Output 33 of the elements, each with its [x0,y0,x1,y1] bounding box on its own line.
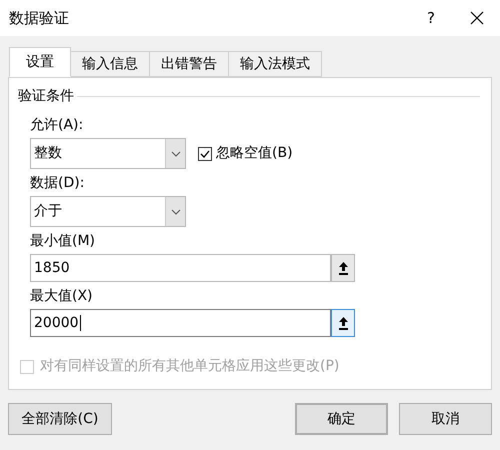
tab[interactable]: 设置 [9,47,71,77]
tab[interactable]: 出错警告 [150,51,229,77]
field-label: 允许(A): [30,116,84,135]
value-field[interactable]: 1850 [30,254,331,282]
field-label: 最大值(X) [30,287,94,306]
value-field[interactable]: 20000 [30,309,331,337]
chevron-down-icon [170,150,180,156]
clear-all-button[interactable]: 全部清除(C) [8,403,112,435]
chevron-down-icon [170,208,180,214]
close-icon [470,11,484,25]
arrow-up-icon [338,316,348,330]
window-title: 数据验证 [9,8,70,29]
tab[interactable]: 输入法模式 [229,51,322,77]
dropdown[interactable]: 整数 [30,138,186,169]
tab[interactable]: 输入信息 [71,51,150,77]
dropdown[interactable]: 介于 [30,196,186,227]
checkbox[interactable] [198,146,212,160]
field-label: 数据(D): [30,174,86,193]
checkbox-label: 对有同样设置的所有其他单元格应用这些更改(P) [40,357,340,376]
ok-button[interactable]: 确定 [295,403,388,435]
cancel-button[interactable]: 取消 [399,403,492,435]
dropdown-value: 整数 [33,144,63,163]
help-button[interactable]: ? [408,6,454,30]
field-value: 20000 [34,314,79,332]
dropdown-value: 介于 [33,202,63,221]
field-label: 最小值(M) [30,232,96,251]
field-value: 1850 [34,258,70,278]
collapse-button[interactable] [331,254,355,282]
collapse-button[interactable] [331,309,355,337]
group-title: 验证条件 [18,87,74,106]
checkbox-label: 忽略空值(B) [216,144,293,163]
checkbox-row[interactable]: 忽略空值(B) [198,143,293,164]
arrow-up-icon [338,262,348,274]
